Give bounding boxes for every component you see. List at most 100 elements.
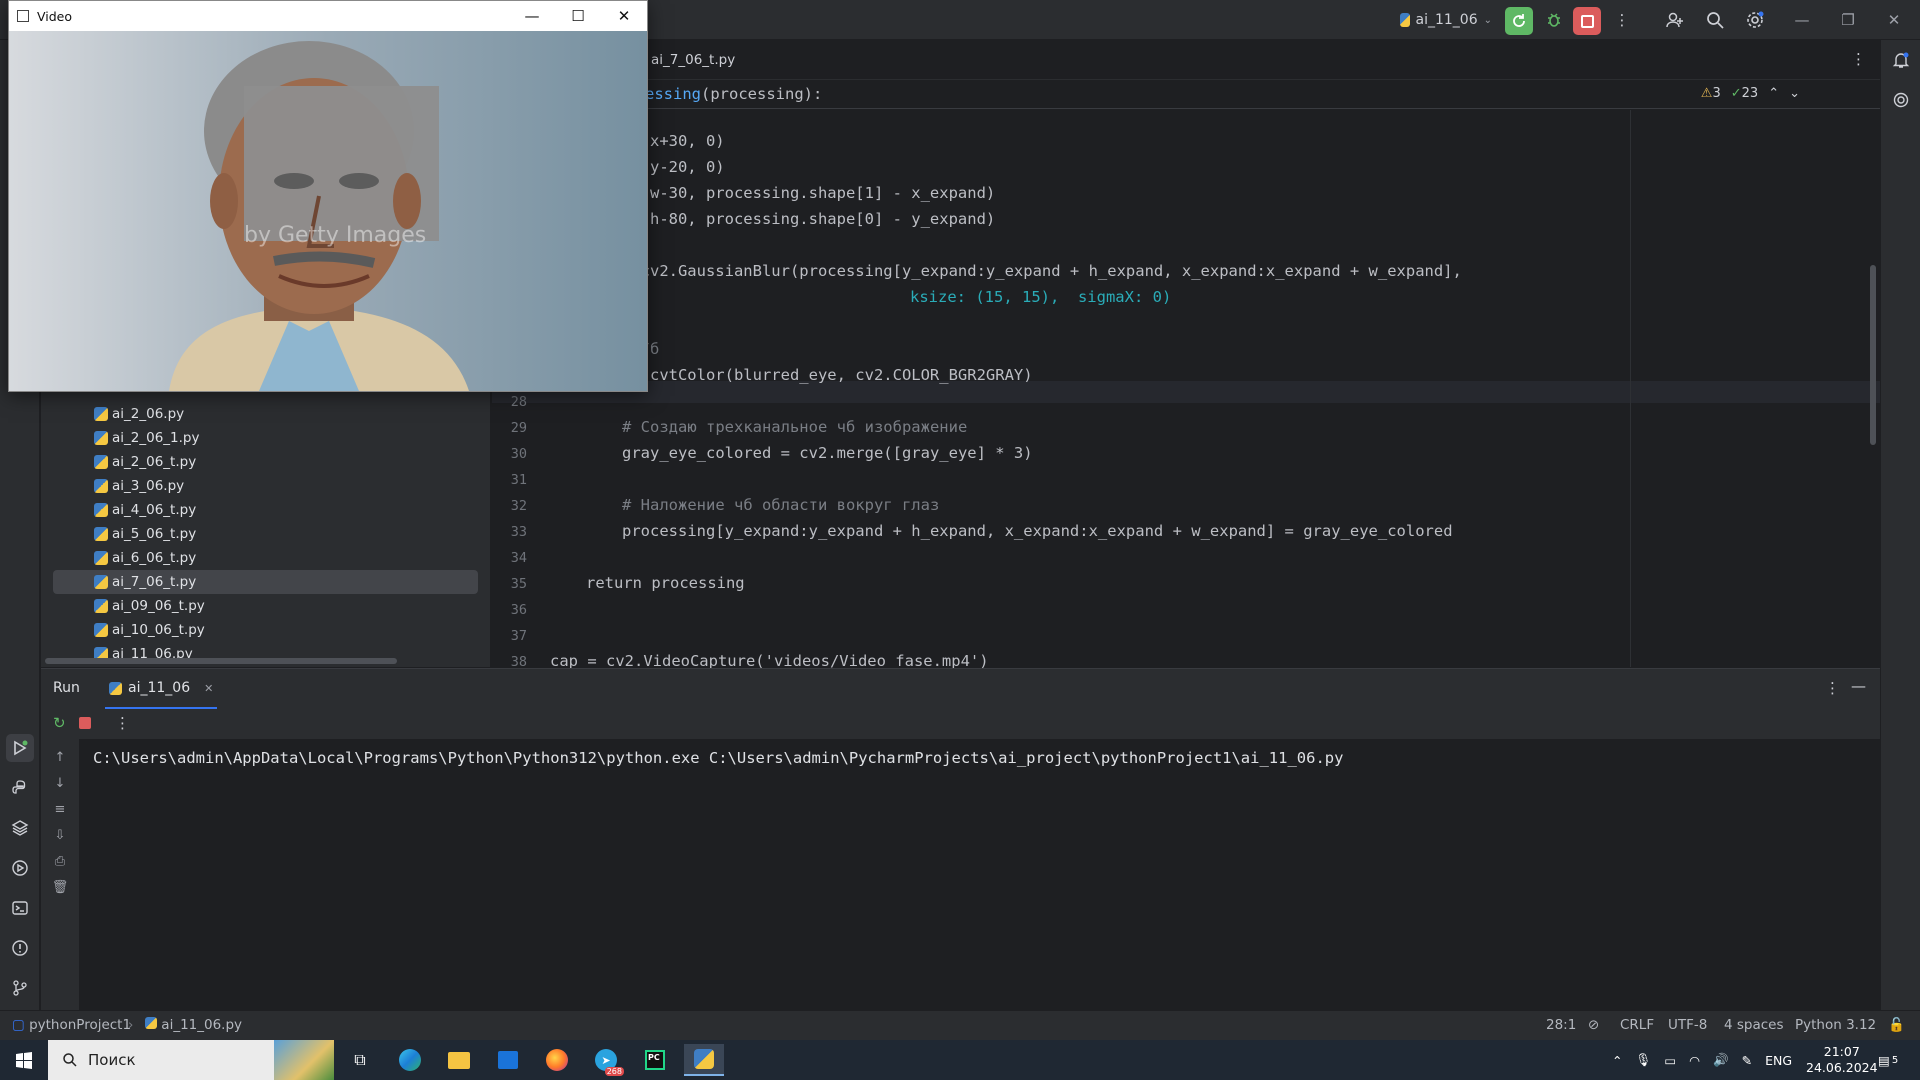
indent-setting[interactable]: 4 spaces: [1724, 1017, 1784, 1033]
task-view-button[interactable]: ⧉: [340, 1044, 380, 1076]
video-window[interactable]: Video — ☐ ✕ by Getty Images: [8, 0, 648, 392]
file-encoding[interactable]: UTF-8: [1668, 1017, 1707, 1033]
mic-icon[interactable]: 🎙: [1635, 1052, 1651, 1068]
search-everywhere-button[interactable]: [1700, 0, 1730, 40]
project-tree-item-label: ai_5_06_t.py: [112, 526, 197, 542]
run-tab[interactable]: ai_11_06 ✕: [105, 669, 218, 709]
python-app[interactable]: [684, 1044, 724, 1076]
volume-icon[interactable]: 🔊: [1713, 1052, 1729, 1068]
chevron-up-icon[interactable]: ⌃: [1768, 86, 1779, 101]
breadcrumb-project[interactable]: ▢ pythonProject1: [12, 1017, 131, 1033]
project-tree-item[interactable]: ai_2_06_1.py: [53, 426, 478, 450]
close-icon[interactable]: ✕: [204, 682, 213, 695]
notifications-button[interactable]: [1887, 46, 1915, 74]
project-tree-item[interactable]: ai_10_06_t.py: [53, 618, 478, 642]
taskbar-search[interactable]: Поиск: [48, 1040, 334, 1080]
kebab-icon[interactable]: ⋮: [1825, 679, 1840, 697]
run-config-selector[interactable]: ai_11_06 ⌄: [1400, 0, 1492, 40]
run-icon: [14, 740, 28, 756]
python-packages-button[interactable]: [6, 814, 34, 842]
project-tree-item[interactable]: ai_4_06_t.py: [53, 498, 478, 522]
watermark: by Getty Images: [244, 223, 427, 248]
ai-assistant-button[interactable]: [1887, 86, 1915, 114]
store-app[interactable]: [488, 1044, 528, 1076]
project-tree-item[interactable]: ai_2_06.py: [53, 402, 478, 426]
line-separator[interactable]: CRLF: [1620, 1017, 1654, 1033]
pen-icon[interactable]: ✎: [1742, 1053, 1752, 1068]
warning-icon: ⚠: [1700, 86, 1713, 101]
chevron-up-icon[interactable]: ⌃: [1612, 1053, 1622, 1068]
terminal-button[interactable]: [6, 894, 34, 922]
stop-icon[interactable]: [79, 717, 91, 729]
wifi-icon[interactable]: ◠: [1689, 1053, 1700, 1068]
display-icon[interactable]: ▭: [1664, 1053, 1676, 1068]
sticky-function-header[interactable]: essing(processing):: [492, 81, 1880, 109]
restore-button[interactable]: ❐: [1826, 0, 1870, 40]
horizontal-scrollbar[interactable]: [45, 658, 397, 664]
add-user-icon: [1666, 12, 1683, 28]
lock-icon[interactable]: 🔓: [1888, 1017, 1905, 1033]
edge-app[interactable]: [390, 1044, 430, 1076]
python-file-icon: [94, 455, 108, 469]
close-button[interactable]: ✕: [1872, 0, 1916, 40]
services-button[interactable]: [6, 854, 34, 882]
pycharm-app[interactable]: PC: [635, 1044, 675, 1076]
video-window-titlebar[interactable]: Video — ☐ ✕: [9, 1, 647, 31]
debug-button[interactable]: [1540, 0, 1568, 40]
search-placeholder: Поиск: [88, 1051, 136, 1069]
windows-logo-icon: [16, 1052, 32, 1069]
notification-center-button[interactable]: ▤ 5: [1878, 1040, 1898, 1080]
code-editor[interactable]: ai_7_06_t.py ⋮ essing(processing): ⚠3 ✓2…: [492, 40, 1880, 670]
clock[interactable]: 21:07 24.06.2024: [1806, 1040, 1878, 1080]
settings-button[interactable]: [1740, 0, 1770, 40]
telegram-app[interactable]: ➤ 268: [586, 1044, 626, 1076]
chevron-down-icon[interactable]: ⌄: [1789, 86, 1800, 101]
project-tree-item[interactable]: ai_7_06_t.py: [53, 570, 478, 594]
readonly-toggle-icon[interactable]: ⊘: [1588, 1017, 1599, 1033]
kebab-icon[interactable]: ⋮: [115, 714, 130, 732]
project-tree-item[interactable]: ai_6_06_t.py: [53, 546, 478, 570]
caret-position[interactable]: 28:1: [1546, 1017, 1576, 1033]
arrow-down-icon[interactable]: ↓: [50, 773, 70, 793]
run-tool-button[interactable]: [6, 734, 34, 762]
language-indicator[interactable]: ENG: [1765, 1053, 1792, 1068]
firefox-app[interactable]: [537, 1044, 577, 1076]
scroll-to-end-icon[interactable]: ⇩: [50, 825, 70, 845]
pycharm-icon: PC: [645, 1050, 665, 1070]
trash-icon[interactable]: 🗑: [50, 877, 70, 897]
minimize-button[interactable]: —: [509, 1, 555, 31]
project-tree-item[interactable]: ai_09_06_t.py: [53, 594, 478, 618]
project-tree-item[interactable]: ai_5_06_t.py: [53, 522, 478, 546]
inspection-widget[interactable]: ⚠3 ✓23 ⌃ ⌄: [1701, 86, 1800, 101]
project-tree-item[interactable]: ai_3_06.py: [53, 474, 478, 498]
problems-button[interactable]: [6, 934, 34, 962]
vertical-scrollbar[interactable]: [1870, 265, 1876, 445]
project-tree-item-label: ai_4_06_t.py: [112, 502, 197, 518]
close-icon: ✕: [617, 7, 631, 25]
print-icon[interactable]: ⎙: [50, 851, 70, 871]
project-tree-item[interactable]: ai_2_06_t.py: [53, 450, 478, 474]
tab-actions-kebab-icon[interactable]: ⋮: [1851, 50, 1866, 68]
stop-button[interactable]: [1573, 7, 1601, 35]
start-button[interactable]: [4, 1044, 44, 1076]
breadcrumb-file[interactable]: ai_11_06.py: [145, 1017, 242, 1033]
hide-panel-icon[interactable]: —: [1851, 677, 1866, 695]
rerun-button[interactable]: [1505, 7, 1533, 35]
run-config-label: ai_11_06: [1415, 12, 1478, 28]
rerun-icon[interactable]: ↻: [53, 714, 66, 732]
arrow-up-icon[interactable]: ↑: [50, 747, 70, 767]
project-tree-item-label: ai_2_06_t.py: [112, 454, 197, 470]
python-file-icon: [94, 551, 108, 565]
more-actions-button[interactable]: ⋮: [1610, 0, 1634, 40]
python-interpreter[interactable]: Python 3.12: [1795, 1017, 1876, 1033]
git-button[interactable]: [6, 974, 34, 1002]
maximize-button[interactable]: ☐: [555, 1, 601, 31]
git-branch-icon: [13, 980, 27, 996]
file-explorer-app[interactable]: [439, 1044, 479, 1076]
soft-wrap-icon[interactable]: ≡: [50, 799, 70, 819]
minimize-button[interactable]: —: [1780, 0, 1824, 40]
python-console-button[interactable]: [6, 774, 34, 802]
code-with-me-button[interactable]: [1660, 0, 1690, 40]
close-button[interactable]: ✕: [601, 1, 647, 31]
editor-tab-bar: ai_7_06_t.py ⋮: [492, 40, 1880, 80]
